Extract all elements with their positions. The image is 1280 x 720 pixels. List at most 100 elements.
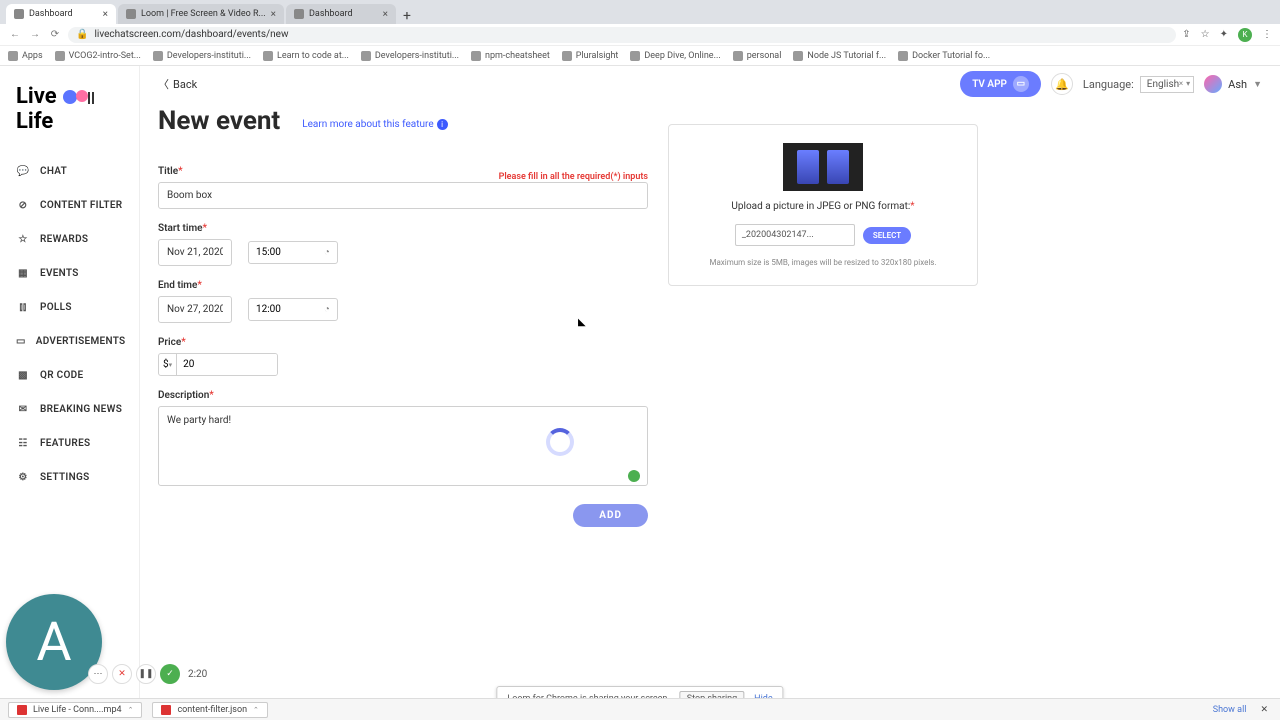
polls-icon: ⫾⫾ — [16, 300, 30, 314]
language-dropdown[interactable]: English× — [1140, 76, 1194, 93]
validation-warning: Please fill in all the required(*) input… — [499, 172, 648, 182]
bookmark[interactable]: Deep Dive, Online... — [630, 51, 720, 61]
price-label: Price* — [158, 337, 648, 348]
bookmark[interactable]: VCOG2-intro-Set... — [55, 51, 141, 61]
profile-avatar[interactable]: K — [1238, 28, 1252, 42]
share-icon[interactable]: ⇪ — [1182, 29, 1190, 40]
url-input[interactable]: 🔒livechatscreen.com/dashboard/events/new — [68, 27, 1176, 43]
forward-icon[interactable]: → — [28, 29, 42, 40]
tv-icon: ▭ — [1013, 76, 1029, 92]
bookmark[interactable]: Learn to code at... — [263, 51, 349, 61]
extensions-icon[interactable]: ✦ — [1220, 29, 1228, 40]
bookmark[interactable]: Developers-instituti... — [361, 51, 459, 61]
ads-icon: ▭ — [16, 334, 26, 348]
title-label: Title* — [158, 166, 183, 177]
chevron-up-icon[interactable]: ⌃ — [253, 706, 259, 714]
grammarly-icon[interactable] — [628, 470, 640, 482]
bell-icon: 🔔 — [1055, 78, 1069, 91]
upload-label: Upload a picture in JPEG or PNG format:* — [687, 201, 959, 212]
bookmark[interactable]: npm-cheatsheet — [471, 51, 550, 61]
star-icon[interactable]: ☆ — [1201, 29, 1210, 40]
sidebar-item-features[interactable]: ☷FEATURES — [0, 426, 139, 460]
end-date-input[interactable] — [158, 296, 232, 323]
sidebar-item-events[interactable]: ▦EVENTS — [0, 256, 139, 290]
bookmark[interactable]: Pluralsight — [562, 51, 619, 61]
browser-tab-strip: Dashboard× Loom | Free Screen & Video R.… — [0, 0, 1280, 24]
sidebar-item-chat[interactable]: 💬CHAT — [0, 154, 139, 188]
back-button[interactable]: 〈Back — [158, 76, 197, 92]
end-time-label: End time* — [158, 280, 648, 291]
clock-icon: ◔ — [324, 247, 330, 258]
sidebar-item-content-filter[interactable]: ⊘CONTENT FILTER — [0, 188, 139, 222]
menu-icon[interactable]: ⋮ — [1262, 29, 1272, 40]
close-icon[interactable]: × — [383, 9, 388, 20]
bookmark[interactable]: Node JS Tutorial f... — [793, 51, 886, 61]
reload-icon[interactable]: ⟳ — [48, 29, 62, 40]
currency-select[interactable]: $▾ — [159, 354, 177, 375]
bookmarks-bar: Apps VCOG2-intro-Set... Developers-insti… — [0, 46, 1280, 66]
loom-done-button[interactable]: ✓ — [160, 664, 180, 684]
features-icon: ☷ — [16, 436, 30, 450]
start-date-input[interactable] — [158, 239, 232, 266]
chevron-up-icon[interactable]: ⌃ — [128, 706, 134, 714]
select-file-button[interactable]: SELECT — [863, 227, 911, 244]
browser-address-bar: ← → ⟳ 🔒livechatscreen.com/dashboard/even… — [0, 24, 1280, 46]
sidebar-item-advertisements[interactable]: ▭ADVERTISEMENTS — [0, 324, 139, 358]
learn-more-link[interactable]: Learn more about this featurei — [302, 119, 447, 130]
start-time-input[interactable]: 15:00◔ — [248, 241, 338, 264]
upload-card: Upload a picture in JPEG or PNG format:*… — [668, 124, 978, 286]
loom-more-button[interactable]: ⋯ — [88, 664, 108, 684]
notifications-button[interactable]: 🔔 — [1051, 73, 1073, 95]
close-icon[interactable]: × — [271, 9, 276, 20]
price-input[interactable] — [177, 354, 278, 375]
browser-tab[interactable]: Dashboard× — [6, 4, 116, 24]
start-time-label: Start time* — [158, 223, 648, 234]
tv-app-button[interactable]: TV APP▭ — [960, 71, 1041, 97]
end-time-input[interactable]: 12:00◔ — [248, 298, 338, 321]
qr-icon: ▩ — [16, 368, 30, 382]
filter-icon: ⊘ — [16, 198, 30, 212]
add-button[interactable]: ADD — [573, 504, 648, 527]
sidebar-item-qr-code[interactable]: ▩QR CODE — [0, 358, 139, 392]
sidebar-item-rewards[interactable]: ☆REWARDS — [0, 222, 139, 256]
download-item[interactable]: content-filter.json⌃ — [152, 702, 267, 718]
sidebar-item-breaking-news[interactable]: ✉BREAKING NEWS — [0, 392, 139, 426]
chevron-left-icon: 〈 — [158, 76, 169, 92]
description-label: Description* — [158, 390, 648, 401]
loom-cancel-button[interactable]: ✕ — [112, 664, 132, 684]
sidebar-item-settings[interactable]: ⚙SETTINGS — [0, 460, 139, 494]
bookmark[interactable]: Apps — [8, 51, 43, 61]
loom-pause-button[interactable]: ❚❚ — [136, 664, 156, 684]
browser-tab[interactable]: Loom | Free Screen & Video R...× — [118, 4, 284, 24]
cursor-icon: ◣ — [578, 317, 586, 328]
calendar-icon: ▦ — [16, 266, 30, 280]
bookmark[interactable]: Developers-instituti... — [153, 51, 251, 61]
sidebar-item-polls[interactable]: ⫾⫾POLLS — [0, 290, 139, 324]
loading-spinner-icon — [546, 428, 574, 456]
user-menu[interactable]: Ash▼ — [1204, 75, 1262, 93]
show-all-downloads[interactable]: Show all — [1213, 705, 1247, 715]
bookmark[interactable]: Docker Tutorial fo... — [898, 51, 990, 61]
close-icon[interactable]: × — [103, 9, 108, 20]
downloads-bar: Live Life - Conn....mp4⌃ content-filter.… — [0, 698, 1280, 720]
file-icon — [17, 705, 27, 715]
chevron-down-icon: ▾ — [169, 361, 173, 369]
topbar: 〈Back TV APP▭ 🔔 Language: English× Ash▼ — [140, 66, 1280, 102]
language-selector: Language: English× — [1083, 76, 1194, 93]
avatar — [1204, 75, 1222, 93]
star-icon: ☆ — [16, 232, 30, 246]
title-input[interactable] — [158, 182, 648, 209]
download-item[interactable]: Live Life - Conn....mp4⌃ — [8, 702, 142, 718]
back-icon[interactable]: ← — [8, 29, 22, 40]
bookmark[interactable]: personal — [733, 51, 782, 61]
description-input[interactable] — [158, 406, 648, 486]
new-tab-button[interactable]: + — [398, 8, 416, 24]
loom-timer: 2:20 — [188, 669, 207, 680]
loom-controls: ⋯ ✕ ❚❚ ✓ 2:20 — [88, 664, 207, 684]
clock-icon: ◔ — [324, 304, 330, 315]
upload-note: Maximum size is 5MB, images will be resi… — [687, 258, 959, 267]
news-icon: ✉ — [16, 402, 30, 416]
close-downloads-bar[interactable]: ✕ — [1256, 705, 1272, 715]
page-title: New event — [158, 106, 280, 136]
browser-tab[interactable]: Dashboard× — [286, 4, 396, 24]
